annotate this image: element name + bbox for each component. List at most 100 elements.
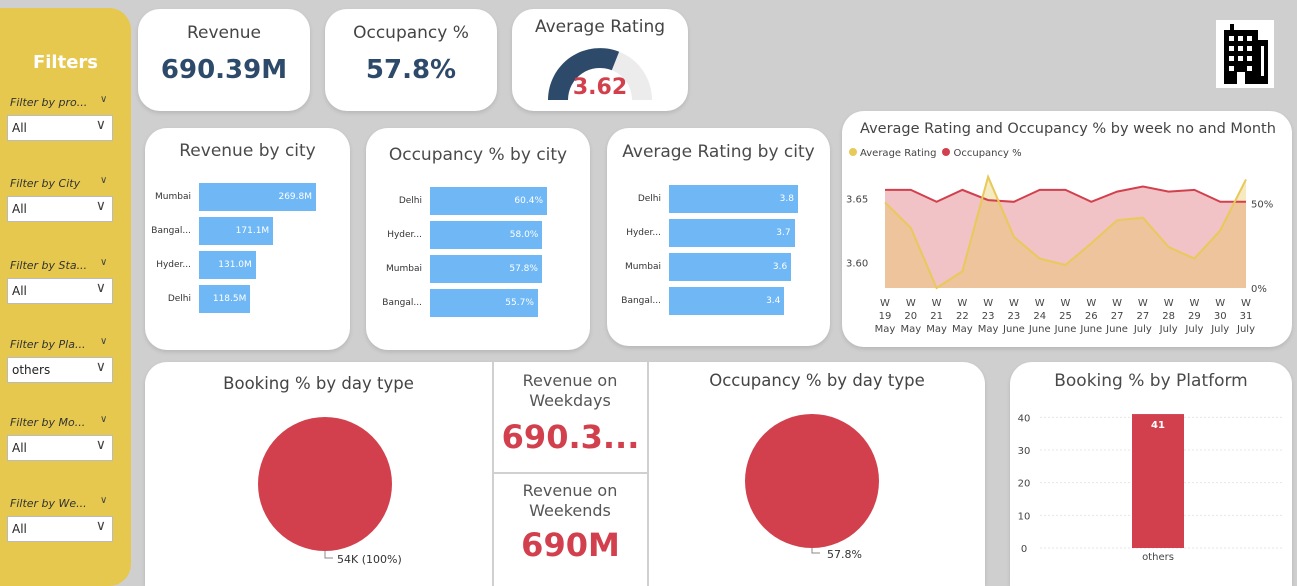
x-axis-tick-label: 23 [982, 311, 995, 322]
filter-label-platform: Filter by Pla... [10, 338, 86, 351]
bar-row[interactable]: Mumbai 57.8% [366, 255, 590, 283]
x-axis-tick-label: June [1028, 324, 1051, 335]
bar-value-label: 171.1M [235, 226, 270, 236]
occupancy-by-city-card: Occupancy % by city Delhi 60.4% Hyder... 58… [366, 128, 590, 350]
dropdown-arrow-icon[interactable]: ∨ [96, 437, 106, 453]
bar-category-label: Hyder... [387, 230, 422, 240]
bar-row[interactable]: Bangal... 55.7% [366, 289, 590, 317]
x-axis-tick-label: W [932, 298, 942, 309]
bar-row[interactable]: Hyder... 58.0% [366, 221, 590, 249]
hotel-building-icon [1216, 20, 1274, 88]
occupancy-day-type-label: 57.8% [827, 548, 862, 561]
dropdown-arrow-icon[interactable]: ∨ [96, 280, 106, 296]
bar-category-label: Bangal... [382, 298, 422, 308]
bar-row[interactable]: Bangal... 3.4 [607, 287, 830, 315]
x-axis-tick-label: May [875, 324, 896, 335]
bar-row[interactable]: Delhi 60.4% [366, 187, 590, 215]
bar-row[interactable]: Bangal... 171.1M [145, 217, 350, 245]
x-axis-tick-label: May [952, 324, 973, 335]
bar-category-label: Mumbai [386, 264, 422, 274]
x-axis-tick-label: W [1189, 298, 1199, 309]
platform-bar[interactable] [1132, 414, 1184, 548]
right-axis-tick-label: 0% [1251, 284, 1267, 295]
bar[interactable]: 118.5M [199, 285, 251, 313]
bar-value-label: 269.8M [278, 192, 312, 202]
bar-row[interactable]: Hyder... 3.7 [607, 219, 830, 247]
x-axis-tick-label: W [1086, 298, 1096, 309]
revenue-kpi-label: Revenue [186, 23, 262, 43]
revenue-kpi-value: 690.39M [160, 55, 288, 85]
bar-value-label: 3.6 [772, 262, 788, 272]
bar[interactable]: 131.0M [199, 251, 256, 279]
bar[interactable]: 3.6 [669, 253, 792, 281]
bar-value-label: 131.0M [218, 260, 252, 270]
revenue-weekends-value: 690M [521, 526, 620, 564]
filter-select-property[interactable]: All ∨ [7, 115, 113, 141]
booking-day-type-card: Booking % by day type 54K (100%) Revenue… [145, 362, 985, 586]
x-axis-tick-label: W [1164, 298, 1174, 309]
filter-label-property: Filter by pro... [10, 96, 88, 109]
bar-category-label: Delhi [398, 196, 422, 206]
bar-value-label: 60.4% [514, 196, 543, 206]
filter-select-platform[interactable]: others ∨ [7, 357, 113, 383]
x-axis-tick-label: 22 [956, 311, 969, 322]
filters-title: Filters [32, 52, 99, 73]
bar-row[interactable]: Hyder... 131.0M [145, 251, 350, 279]
bar-category-label: Delhi [637, 194, 661, 204]
filter-select-month[interactable]: All ∨ [7, 435, 113, 461]
bar[interactable]: 171.1M [199, 217, 274, 245]
x-axis-tick-label: 19 [879, 311, 892, 322]
bar[interactable]: 3.7 [669, 219, 795, 247]
x-axis-tick-label: W [1035, 298, 1045, 309]
bar[interactable]: 60.4% [430, 187, 547, 215]
bar[interactable]: 269.8M [199, 183, 316, 211]
filter-select-value: All [12, 284, 27, 298]
bar-row[interactable]: Delhi 3.8 [607, 185, 830, 213]
x-axis-tick-label: W [1138, 298, 1148, 309]
divider [492, 472, 649, 474]
dropdown-arrow-icon[interactable]: ∨ [96, 359, 106, 375]
x-axis-tick-label: 23 [1008, 311, 1021, 322]
revenue-weekdays-value: 690.3... [501, 418, 640, 456]
x-axis-tick-label: 31 [1240, 311, 1253, 322]
x-axis-tick-label: W [1241, 298, 1251, 309]
bar-row[interactable]: Delhi 118.5M [145, 285, 350, 313]
bar[interactable]: 3.8 [669, 185, 798, 213]
occupancy-day-type-slice[interactable] [745, 414, 879, 548]
y-axis-tick-label: 40 [1018, 413, 1031, 424]
filter-select-status[interactable]: All ∨ [7, 278, 113, 304]
bar[interactable]: 55.7% [430, 289, 538, 317]
rating-by-city-title: Average Rating by city [622, 142, 815, 162]
left-axis-tick-label: 3.60 [846, 258, 868, 269]
dropdown-arrow-icon[interactable]: ∨ [96, 198, 106, 214]
bar-category-label: Mumbai [625, 262, 661, 272]
x-axis-tick-label: 30 [1214, 311, 1227, 322]
bar-value-label: 58.0% [509, 230, 539, 240]
filter-label-month: Filter by Mo... [10, 416, 86, 429]
x-axis-tick-label: July [1184, 324, 1203, 335]
revenue-by-city-title: Revenue by city [179, 141, 316, 161]
left-axis-tick-label: 3.65 [846, 195, 868, 206]
bar-value-label: 3.8 [779, 194, 794, 204]
x-axis-tick-label: W [906, 298, 916, 309]
bar[interactable]: 58.0% [430, 221, 543, 249]
bar[interactable]: 3.4 [669, 287, 785, 315]
x-axis-tick-label: June [1105, 324, 1128, 335]
dropdown-arrow-icon[interactable]: ∨ [96, 518, 106, 534]
dropdown-arrow-icon[interactable]: ∨ [96, 117, 106, 133]
bar-value-label: 3.7 [776, 228, 791, 238]
bar-row[interactable]: Mumbai 3.6 [607, 253, 830, 281]
filter-select-week[interactable]: All ∨ [7, 516, 113, 542]
bar-row[interactable]: Mumbai 269.8M [145, 183, 350, 211]
platform-bar-value-label: 41 [1151, 420, 1165, 431]
bar-value-label: 57.8% [509, 264, 538, 274]
revenue-weekdays-label: Revenue on Weekdays [522, 371, 618, 410]
bar-category-label: Delhi [167, 294, 191, 304]
booking-platform-card: Booking % by Platform 40 30 20 10 0 41 others [1010, 362, 1292, 586]
right-axis-tick-label: 50% [1251, 199, 1273, 210]
filter-select-city[interactable]: All ∨ [7, 196, 113, 222]
booking-day-type-slice[interactable] [258, 417, 392, 551]
bar[interactable]: 57.8% [430, 255, 542, 283]
bar-category-label: Bangal... [621, 296, 661, 306]
filter-select-value: All [12, 202, 27, 216]
